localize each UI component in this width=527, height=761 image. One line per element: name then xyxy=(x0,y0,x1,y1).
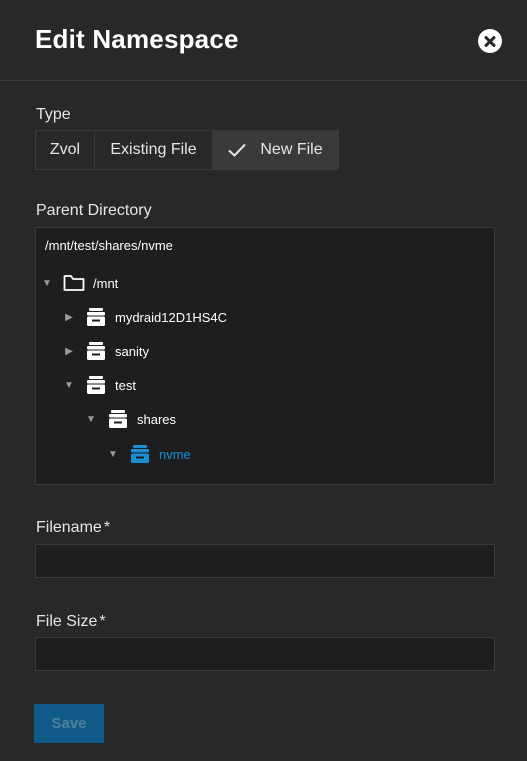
file-size-label: File Size * xyxy=(36,613,106,631)
file-size-input[interactable] xyxy=(35,637,495,671)
type-toggle-group: Zvol Existing File New File xyxy=(35,130,339,170)
directory-tree: ▼ /mnt ▶ mydraid12D1HS4C ▶ sanity ▼ test… xyxy=(35,263,495,485)
parent-directory-label: Parent Directory xyxy=(36,202,152,219)
tree-node-nvme[interactable]: ▼ nvme xyxy=(107,443,191,465)
tree-node-label: sanity xyxy=(115,343,149,359)
tree-node-mnt[interactable]: ▼ /mnt xyxy=(41,272,118,294)
type-option-label: Existing File xyxy=(110,141,197,158)
caret-down-icon[interactable]: ▼ xyxy=(41,278,53,289)
file-size-label-text: File Size xyxy=(36,613,98,630)
tree-node-mydraid12d1hs4c[interactable]: ▶ mydraid12D1HS4C xyxy=(63,306,227,328)
filename-input[interactable] xyxy=(35,544,495,578)
type-option-new-file[interactable]: New File xyxy=(213,131,338,169)
dialog-header: Edit Namespace xyxy=(0,0,527,81)
tree-node-test[interactable]: ▼ test xyxy=(63,374,136,396)
check-icon xyxy=(228,143,247,157)
filename-label: Filename * xyxy=(36,519,110,537)
required-mark: * xyxy=(103,519,111,536)
caret-down-icon[interactable]: ▼ xyxy=(107,449,119,460)
dataset-icon xyxy=(109,410,127,428)
tree-node-label: mydraid12D1HS4C xyxy=(115,309,227,325)
filename-label-text: Filename xyxy=(36,519,102,536)
tree-node-shares[interactable]: ▼ shares xyxy=(85,408,176,430)
caret-right-icon[interactable]: ▶ xyxy=(63,312,75,323)
dialog-title: Edit Namespace xyxy=(35,24,239,54)
tree-node-label: /mnt xyxy=(93,275,119,291)
caret-right-icon[interactable]: ▶ xyxy=(63,346,75,357)
dataset-icon xyxy=(131,445,149,463)
type-option-existing-file[interactable]: Existing File xyxy=(95,131,213,169)
tree-node-label: nvme xyxy=(159,446,191,462)
parent-directory-input[interactable]: /mnt/test/shares/nvme xyxy=(35,227,495,264)
dataset-icon xyxy=(87,308,105,326)
type-option-zvol[interactable]: Zvol xyxy=(36,131,95,169)
tree-node-label: shares xyxy=(137,411,177,427)
type-label: Type xyxy=(36,106,71,123)
type-option-label: Zvol xyxy=(49,141,81,158)
required-mark: * xyxy=(99,613,106,630)
type-option-label: New File xyxy=(260,141,323,158)
tree-node-sanity[interactable]: ▶ sanity xyxy=(63,340,149,362)
folder-icon xyxy=(63,275,85,291)
dataset-icon xyxy=(87,376,105,394)
close-icon[interactable] xyxy=(478,29,502,53)
caret-down-icon[interactable]: ▼ xyxy=(85,414,97,425)
tree-node-label: test xyxy=(115,377,136,393)
dataset-icon xyxy=(87,342,105,360)
save-button[interactable]: Save xyxy=(34,704,104,743)
caret-down-icon[interactable]: ▼ xyxy=(63,380,75,391)
